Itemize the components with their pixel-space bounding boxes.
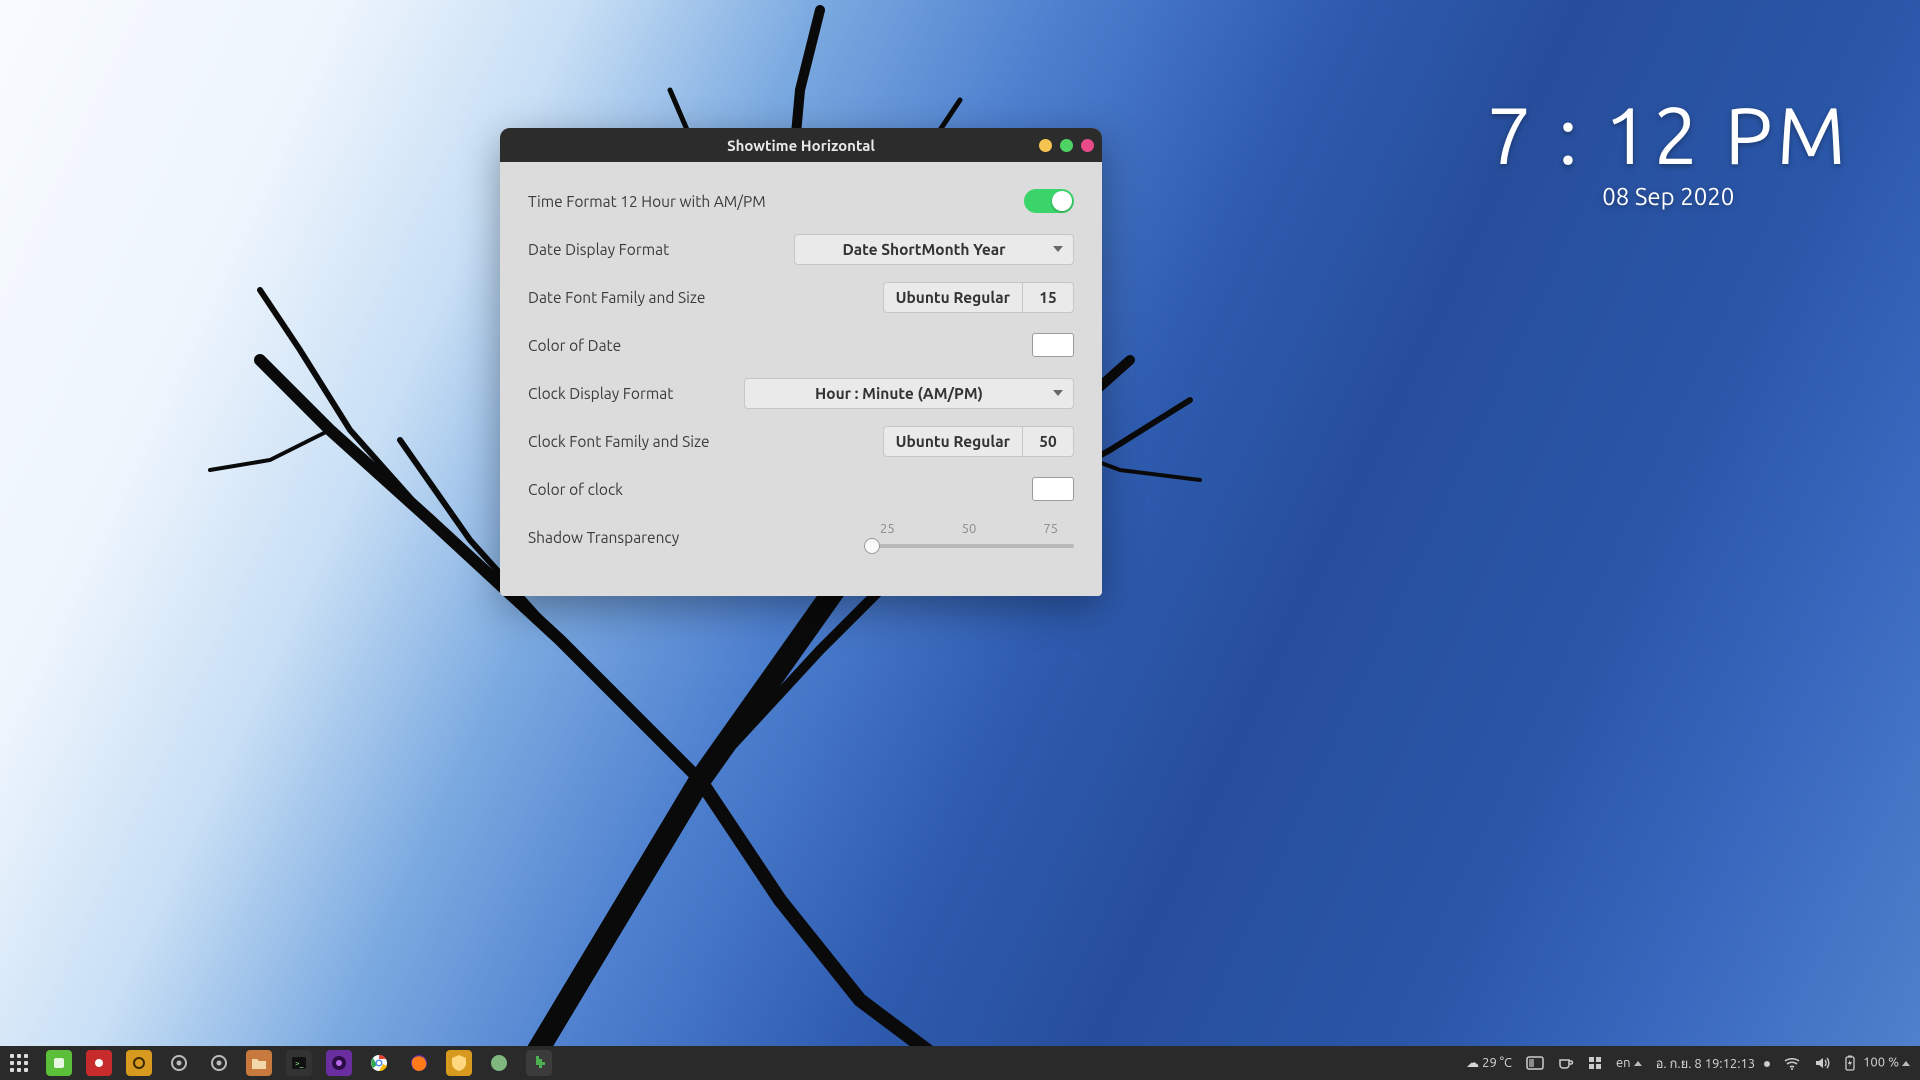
window-close-button[interactable] [1081, 139, 1094, 152]
clock-font-size: 50 [1022, 427, 1073, 456]
time-format-label: Time Format 12 Hour with AM/PM [528, 193, 1024, 210]
desktop-clock-time: 7 : 12 PM [1487, 95, 1850, 175]
clock-display-format-value: Hour : Minute (AM/PM) [815, 385, 983, 402]
taskbar-volume-icon[interactable] [1814, 1056, 1830, 1070]
window-maximize-button[interactable] [1060, 139, 1073, 152]
date-color-swatch[interactable] [1032, 333, 1074, 357]
taskbar-app-firefox[interactable] [406, 1050, 432, 1076]
desktop: 7 : 12 PM 08 Sep 2020 Showtime Horizonta… [0, 0, 1920, 1080]
taskbar-app-terminal[interactable]: >_ [286, 1050, 312, 1076]
apps-grid-icon [10, 1054, 28, 1072]
time-format-toggle[interactable] [1024, 189, 1074, 213]
weather-icon: ☁ [1466, 1056, 1479, 1070]
settings-window: Showtime Horizontal Time Format 12 Hour … [500, 128, 1102, 596]
taskbar: >_ ☁ 29 °C [0, 1046, 1920, 1080]
clock-display-format-label: Clock Display Format [528, 385, 744, 402]
clock-color-swatch[interactable] [1032, 477, 1074, 501]
taskbar-app-settings-1[interactable] [166, 1050, 192, 1076]
shadow-transparency-slider[interactable] [864, 538, 1074, 552]
window-minimize-button[interactable] [1039, 139, 1052, 152]
taskbar-app-shield[interactable] [446, 1050, 472, 1076]
svg-text:>_: >_ [295, 1059, 304, 1068]
taskbar-app-files[interactable] [246, 1050, 272, 1076]
taskbar-tiling-icon[interactable] [1588, 1056, 1602, 1070]
taskbar-network-icon[interactable] [1784, 1056, 1800, 1070]
clock-font-button[interactable]: Ubuntu Regular 50 [883, 426, 1074, 457]
chevron-down-icon [1053, 246, 1063, 252]
taskbar-app-chrome[interactable] [366, 1050, 392, 1076]
date-display-format-label: Date Display Format [528, 241, 794, 258]
shadow-slider-ticks: 25 50 75 [864, 522, 1074, 536]
clock-display-format-dropdown[interactable]: Hour : Minute (AM/PM) [744, 378, 1074, 409]
desktop-clock-date: 08 Sep 2020 [1487, 183, 1850, 210]
window-titlebar[interactable]: Showtime Horizontal [500, 128, 1102, 162]
clock-font-family: Ubuntu Regular [884, 427, 1022, 456]
taskbar-app-mint[interactable] [486, 1050, 512, 1076]
date-font-label: Date Font Family and Size [528, 289, 883, 306]
clock-font-label: Clock Font Family and Size [528, 433, 883, 450]
date-font-button[interactable]: Ubuntu Regular 15 [883, 282, 1074, 313]
window-title: Showtime Horizontal [500, 137, 1102, 154]
chevron-up-icon [1902, 1061, 1910, 1066]
shadow-transparency-label: Shadow Transparency [528, 529, 864, 546]
chevron-up-icon [1634, 1061, 1642, 1066]
desktop-clock-widget: 7 : 12 PM 08 Sep 2020 [1487, 95, 1850, 210]
taskbar-app-settings-2[interactable] [206, 1050, 232, 1076]
date-font-size: 15 [1022, 283, 1073, 312]
taskbar-app-rhythmbox[interactable] [126, 1050, 152, 1076]
taskbar-app-extensions[interactable] [526, 1050, 552, 1076]
taskbar-weather[interactable]: ☁ 29 °C [1466, 1056, 1512, 1071]
taskbar-datetime[interactable]: อ. ก.ย. 8 19:12:13 [1656, 1053, 1771, 1074]
taskbar-workspace-icon[interactable] [1526, 1056, 1544, 1070]
notification-dot-icon [1764, 1061, 1770, 1067]
applications-menu-button[interactable] [6, 1050, 32, 1076]
chevron-down-icon [1053, 390, 1063, 396]
taskbar-keyboard-layout[interactable]: en [1616, 1056, 1642, 1070]
taskbar-app-1[interactable] [46, 1050, 72, 1076]
taskbar-battery[interactable]: 100 % [1844, 1055, 1910, 1071]
date-display-format-dropdown[interactable]: Date ShortMonth Year [794, 234, 1074, 265]
date-font-family: Ubuntu Regular [884, 283, 1022, 312]
clock-color-label: Color of clock [528, 481, 1032, 498]
taskbar-app-obs[interactable] [326, 1050, 352, 1076]
taskbar-app-screenshot[interactable] [86, 1050, 112, 1076]
date-color-label: Color of Date [528, 337, 1032, 354]
date-display-format-value: Date ShortMonth Year [842, 241, 1005, 258]
slider-thumb[interactable] [864, 538, 880, 554]
taskbar-caffeine-icon[interactable] [1558, 1055, 1574, 1071]
